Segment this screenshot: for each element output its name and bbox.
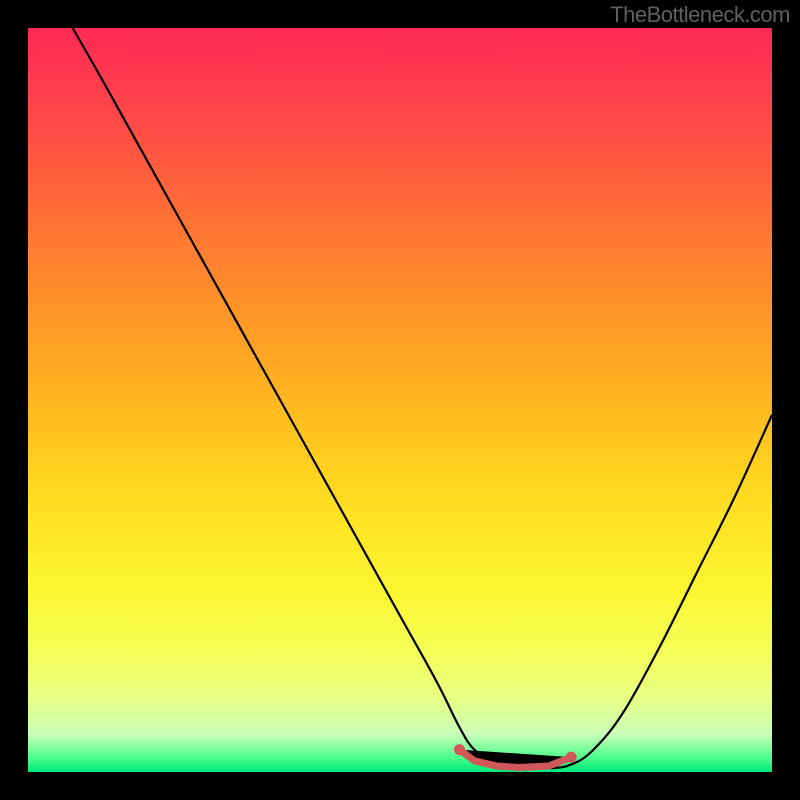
highlight-endpoint [454,744,465,755]
chart-plot-area [28,28,772,772]
watermark-text: TheBottleneck.com [610,2,790,28]
chart-curve [73,28,772,769]
highlight-segment [460,750,572,768]
highlight-endpoint [566,752,577,763]
chart-svg [28,28,772,772]
